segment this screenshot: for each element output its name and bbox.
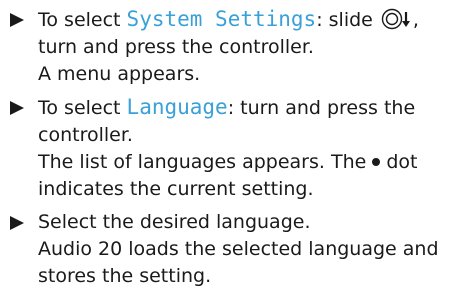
step-text: To select <box>38 9 127 31</box>
step-line: Select the desired language. <box>38 211 311 233</box>
step-result: indicates the current setting. <box>38 178 314 200</box>
step-result: Audio 20 loads the selected language and <box>38 238 439 260</box>
step-line: To select Language: turn and press the <box>38 94 454 122</box>
play-triangle-icon <box>8 6 30 33</box>
step-text: : turn and press the <box>227 97 416 119</box>
step-text: dot <box>386 151 418 173</box>
step-line: To select System Settings: slide , <box>38 6 454 34</box>
bullet-dot-icon <box>372 158 381 166</box>
step-text: The list of languages appears. The <box>38 151 367 173</box>
step-result: The list of languages appears. The dot <box>38 149 454 176</box>
step-text: , <box>412 9 419 31</box>
step-select-system-settings: To select System Settings: slide , turn … <box>8 6 454 88</box>
step-line: turn and press the controller. <box>38 36 314 58</box>
step-select-desired-language: Select the desired language. Audio 20 lo… <box>8 209 454 290</box>
step-text: To select <box>38 97 127 119</box>
play-triangle-icon <box>8 94 30 121</box>
step-text: : slide <box>316 9 373 31</box>
display-term-system-settings: System Settings <box>126 7 317 31</box>
controller-slide-down-icon <box>381 8 413 30</box>
play-triangle-icon <box>8 209 30 236</box>
step-select-language: To select Language: turn and press the c… <box>8 94 454 203</box>
display-term-language: Language <box>126 95 228 119</box>
step-result: stores the setting. <box>38 265 212 287</box>
step-result: A menu appears. <box>38 63 201 85</box>
step-line: controller. <box>38 124 133 146</box>
instruction-steps: To select System Settings: slide , turn … <box>8 6 454 296</box>
